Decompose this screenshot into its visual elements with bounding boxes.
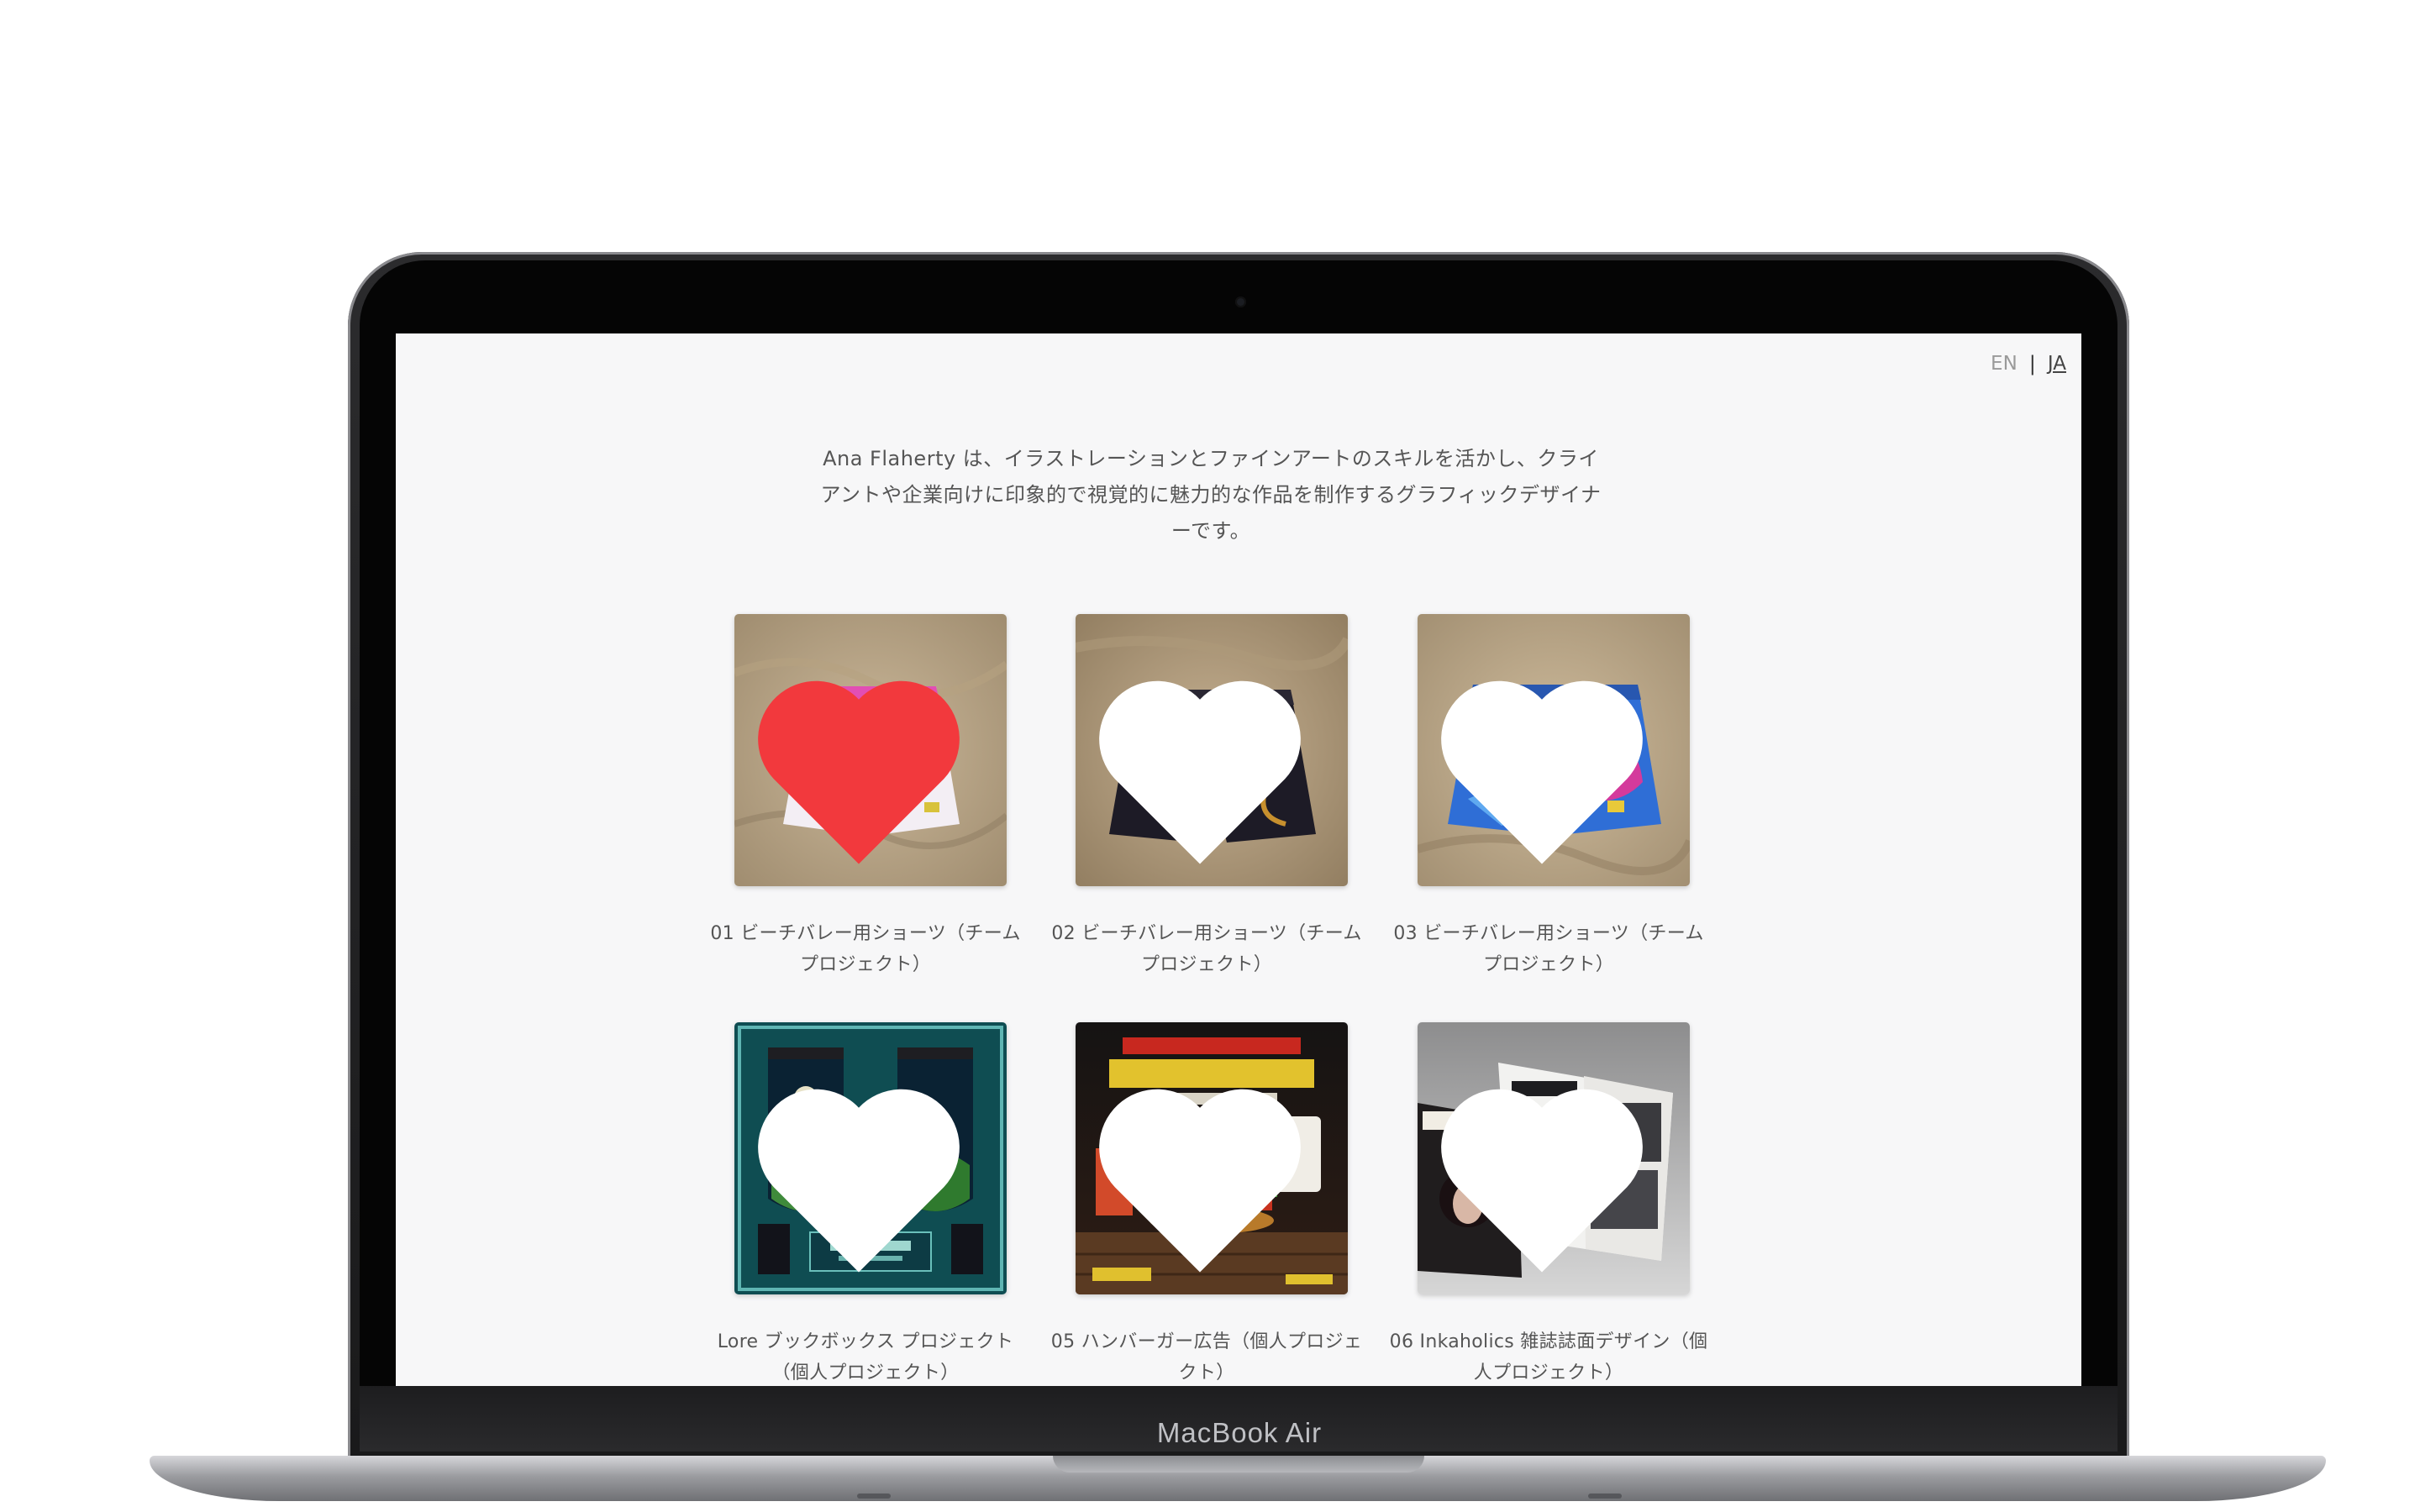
heart-icon[interactable] (1418, 1034, 1678, 1294)
portfolio-caption[interactable]: 03 ビーチバレー用ショーツ（チームプロジェクト） (1389, 918, 1708, 980)
portfolio-thumbnail[interactable] (1076, 614, 1348, 886)
lang-en-link[interactable]: EN (1991, 353, 2018, 375)
heart-icon[interactable] (734, 1034, 995, 1294)
portfolio-thumbnail[interactable] (734, 1022, 1007, 1294)
device-brand-label: MacBook Air (1156, 1417, 1323, 1448)
camera-icon (1235, 297, 1246, 307)
portfolio-thumbnail[interactable] (734, 614, 1007, 886)
portfolio-thumbnail[interactable] (1418, 614, 1690, 886)
lang-separator: | (2028, 352, 2036, 375)
portfolio-caption[interactable]: 01 ビーチバレー用ショーツ（チームプロジェクト） (706, 918, 1025, 980)
lang-ja-link[interactable]: JA (2048, 353, 2066, 375)
intro-text: Ana Flaherty は、イラストレーションとファインアートのスキルを活かし… (820, 447, 1602, 543)
language-switcher: EN | JA (1991, 352, 2066, 375)
heart-icon[interactable] (734, 626, 995, 886)
portfolio-caption[interactable]: Lore ブックボックス プロジェクト（個人プロジェクト） (706, 1326, 1025, 1386)
heart-icon[interactable] (1076, 1034, 1336, 1294)
heart-icon[interactable] (1418, 626, 1678, 886)
portfolio-thumbnail[interactable] (1418, 1022, 1690, 1294)
portfolio-thumbnail[interactable] (1076, 1022, 1348, 1294)
laptop-foot (857, 1494, 891, 1499)
heart-icon[interactable] (1076, 626, 1336, 886)
laptop-opening-notch (1053, 1456, 1424, 1473)
portfolio-caption[interactable]: 06 Inkaholics 雑誌誌面デザイン（個人プロジェクト） (1389, 1326, 1708, 1386)
portfolio-caption[interactable]: 05 ハンバーガー広告（個人プロジェクト） (1047, 1326, 1366, 1386)
portfolio-caption[interactable]: 02 ビーチバレー用ショーツ（チームプロジェクト） (1047, 918, 1366, 980)
laptop-foot (1588, 1494, 1622, 1499)
browser-viewport: EN | JA Ana Flaherty は、イラストレーションとファインアート… (396, 333, 2081, 1386)
